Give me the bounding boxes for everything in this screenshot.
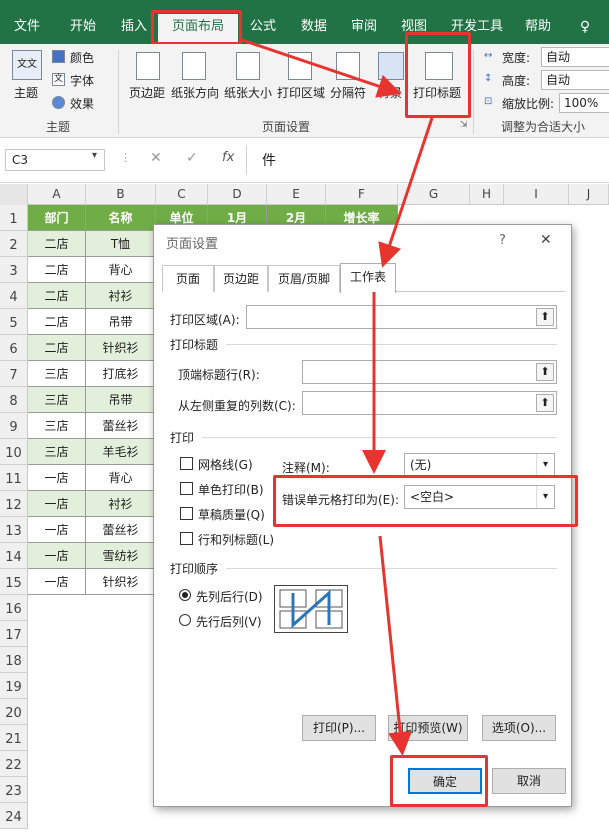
arrow-to-ok-button xyxy=(378,535,413,756)
arrow-tab-to-print-titles xyxy=(241,38,402,98)
arrow-to-sheet-tab xyxy=(378,117,434,268)
annotation-arrows xyxy=(241,38,434,756)
